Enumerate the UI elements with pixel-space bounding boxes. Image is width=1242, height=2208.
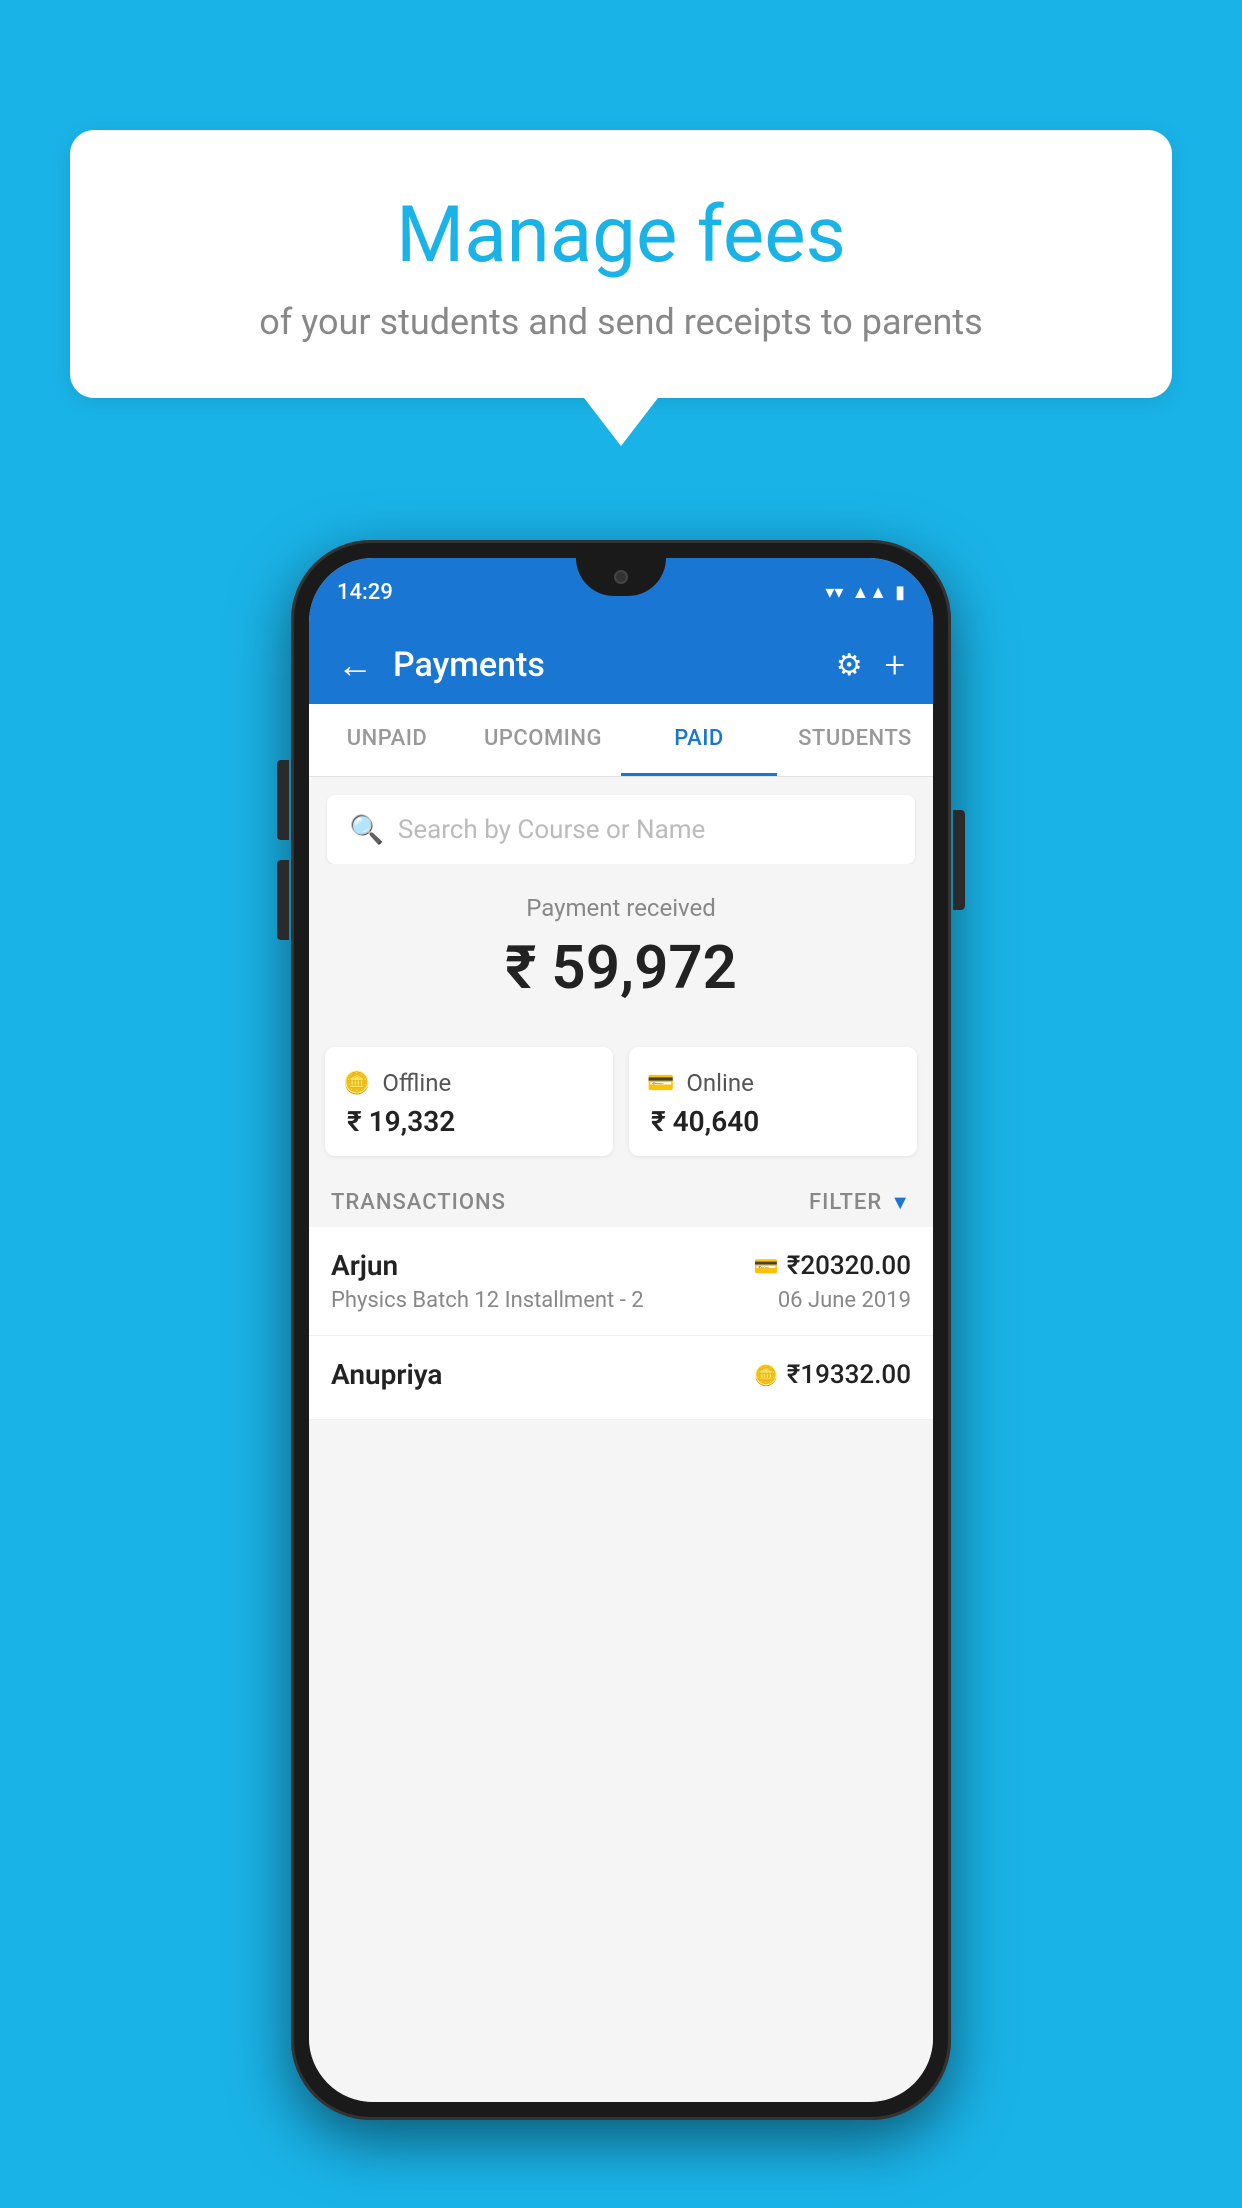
wifi-icon: ▾▾ (825, 582, 843, 603)
payment-cards: 🪙 Offline ₹ 19,332 💳 Online ₹ 40,640 (325, 1047, 917, 1156)
payment-received-label: Payment received (329, 894, 913, 922)
online-label: Online (686, 1069, 753, 1097)
transaction-date: 06 June 2019 (778, 1288, 911, 1313)
power-button (953, 810, 965, 910)
tab-unpaid[interactable]: UNPAID (309, 704, 465, 776)
speech-bubble: Manage fees of your students and send re… (70, 130, 1172, 398)
transaction-name: Anupriya (331, 1358, 442, 1391)
vol-up-button (277, 760, 289, 840)
transaction-name: Arjun (331, 1249, 398, 1282)
online-icon: 💳 (647, 1071, 674, 1096)
hero-title: Manage fees (120, 190, 1122, 281)
tab-upcoming[interactable]: UPCOMING (465, 704, 621, 776)
online-card: 💳 Online ₹ 40,640 (629, 1047, 917, 1156)
transaction-method-icon: 🪙 (754, 1363, 779, 1387)
filter-label: FILTER (809, 1190, 882, 1215)
payment-received-amount: ₹ 59,972 (329, 932, 913, 1003)
transaction-amount-area: 🪙 ₹19332.00 (754, 1360, 911, 1390)
offline-amount: ₹ 19,332 (343, 1105, 595, 1138)
main-content: 🔍 Search by Course or Name Payment recei… (309, 777, 933, 2102)
signal-icon: ▲▲ (851, 582, 887, 603)
phone-screen: 14:29 ▾▾ ▲▲ ▮ ← Payments ⚙ + UNPAID UPCO… (309, 558, 933, 2102)
app-bar-title: Payments (393, 645, 816, 685)
status-icons: ▾▾ ▲▲ ▮ (825, 582, 905, 603)
online-amount: ₹ 40,640 (647, 1105, 899, 1138)
hero-subtitle: of your students and send receipts to pa… (120, 301, 1122, 343)
transaction-amount-area: 💳 ₹20320.00 (754, 1251, 911, 1281)
add-icon[interactable]: + (885, 644, 905, 686)
filter-button[interactable]: FILTER ▼ (809, 1190, 911, 1215)
back-button[interactable]: ← (337, 644, 373, 686)
payment-received-section: Payment received ₹ 59,972 (309, 864, 933, 1047)
transactions-label: TRANSACTIONS (331, 1190, 506, 1215)
vol-down-button (277, 860, 289, 940)
status-bar: 14:29 ▾▾ ▲▲ ▮ (309, 558, 933, 626)
transaction-amount: ₹20320.00 (787, 1251, 911, 1281)
tab-paid[interactable]: PAID (621, 704, 777, 776)
offline-icon: 🪙 (343, 1071, 370, 1096)
settings-icon[interactable]: ⚙ (836, 648, 863, 683)
search-bar[interactable]: 🔍 Search by Course or Name (327, 795, 915, 864)
table-row[interactable]: Arjun 💳 ₹20320.00 Physics Batch 12 Insta… (309, 1227, 933, 1336)
app-bar: ← Payments ⚙ + (309, 626, 933, 704)
offline-label: Offline (382, 1069, 451, 1097)
transaction-method-icon: 💳 (754, 1254, 779, 1278)
battery-icon: ▮ (895, 582, 905, 603)
search-placeholder-text: Search by Course or Name (398, 815, 705, 845)
tab-students[interactable]: STUDENTS (777, 704, 933, 776)
transaction-course: Physics Batch 12 Installment - 2 (331, 1288, 644, 1313)
phone-wrapper: 14:29 ▾▾ ▲▲ ▮ ← Payments ⚙ + UNPAID UPCO… (291, 540, 951, 2120)
transactions-header: TRANSACTIONS FILTER ▼ (309, 1172, 933, 1227)
filter-icon: ▼ (890, 1190, 911, 1215)
search-icon: 🔍 (349, 813, 384, 846)
camera (614, 570, 628, 584)
offline-card: 🪙 Offline ₹ 19,332 (325, 1047, 613, 1156)
app-bar-actions: ⚙ + (836, 644, 905, 686)
status-time: 14:29 (337, 580, 393, 605)
notch-cutout (576, 558, 666, 596)
table-row[interactable]: Anupriya 🪙 ₹19332.00 (309, 1336, 933, 1420)
transaction-amount: ₹19332.00 (787, 1360, 911, 1390)
tabs: UNPAID UPCOMING PAID STUDENTS (309, 704, 933, 777)
